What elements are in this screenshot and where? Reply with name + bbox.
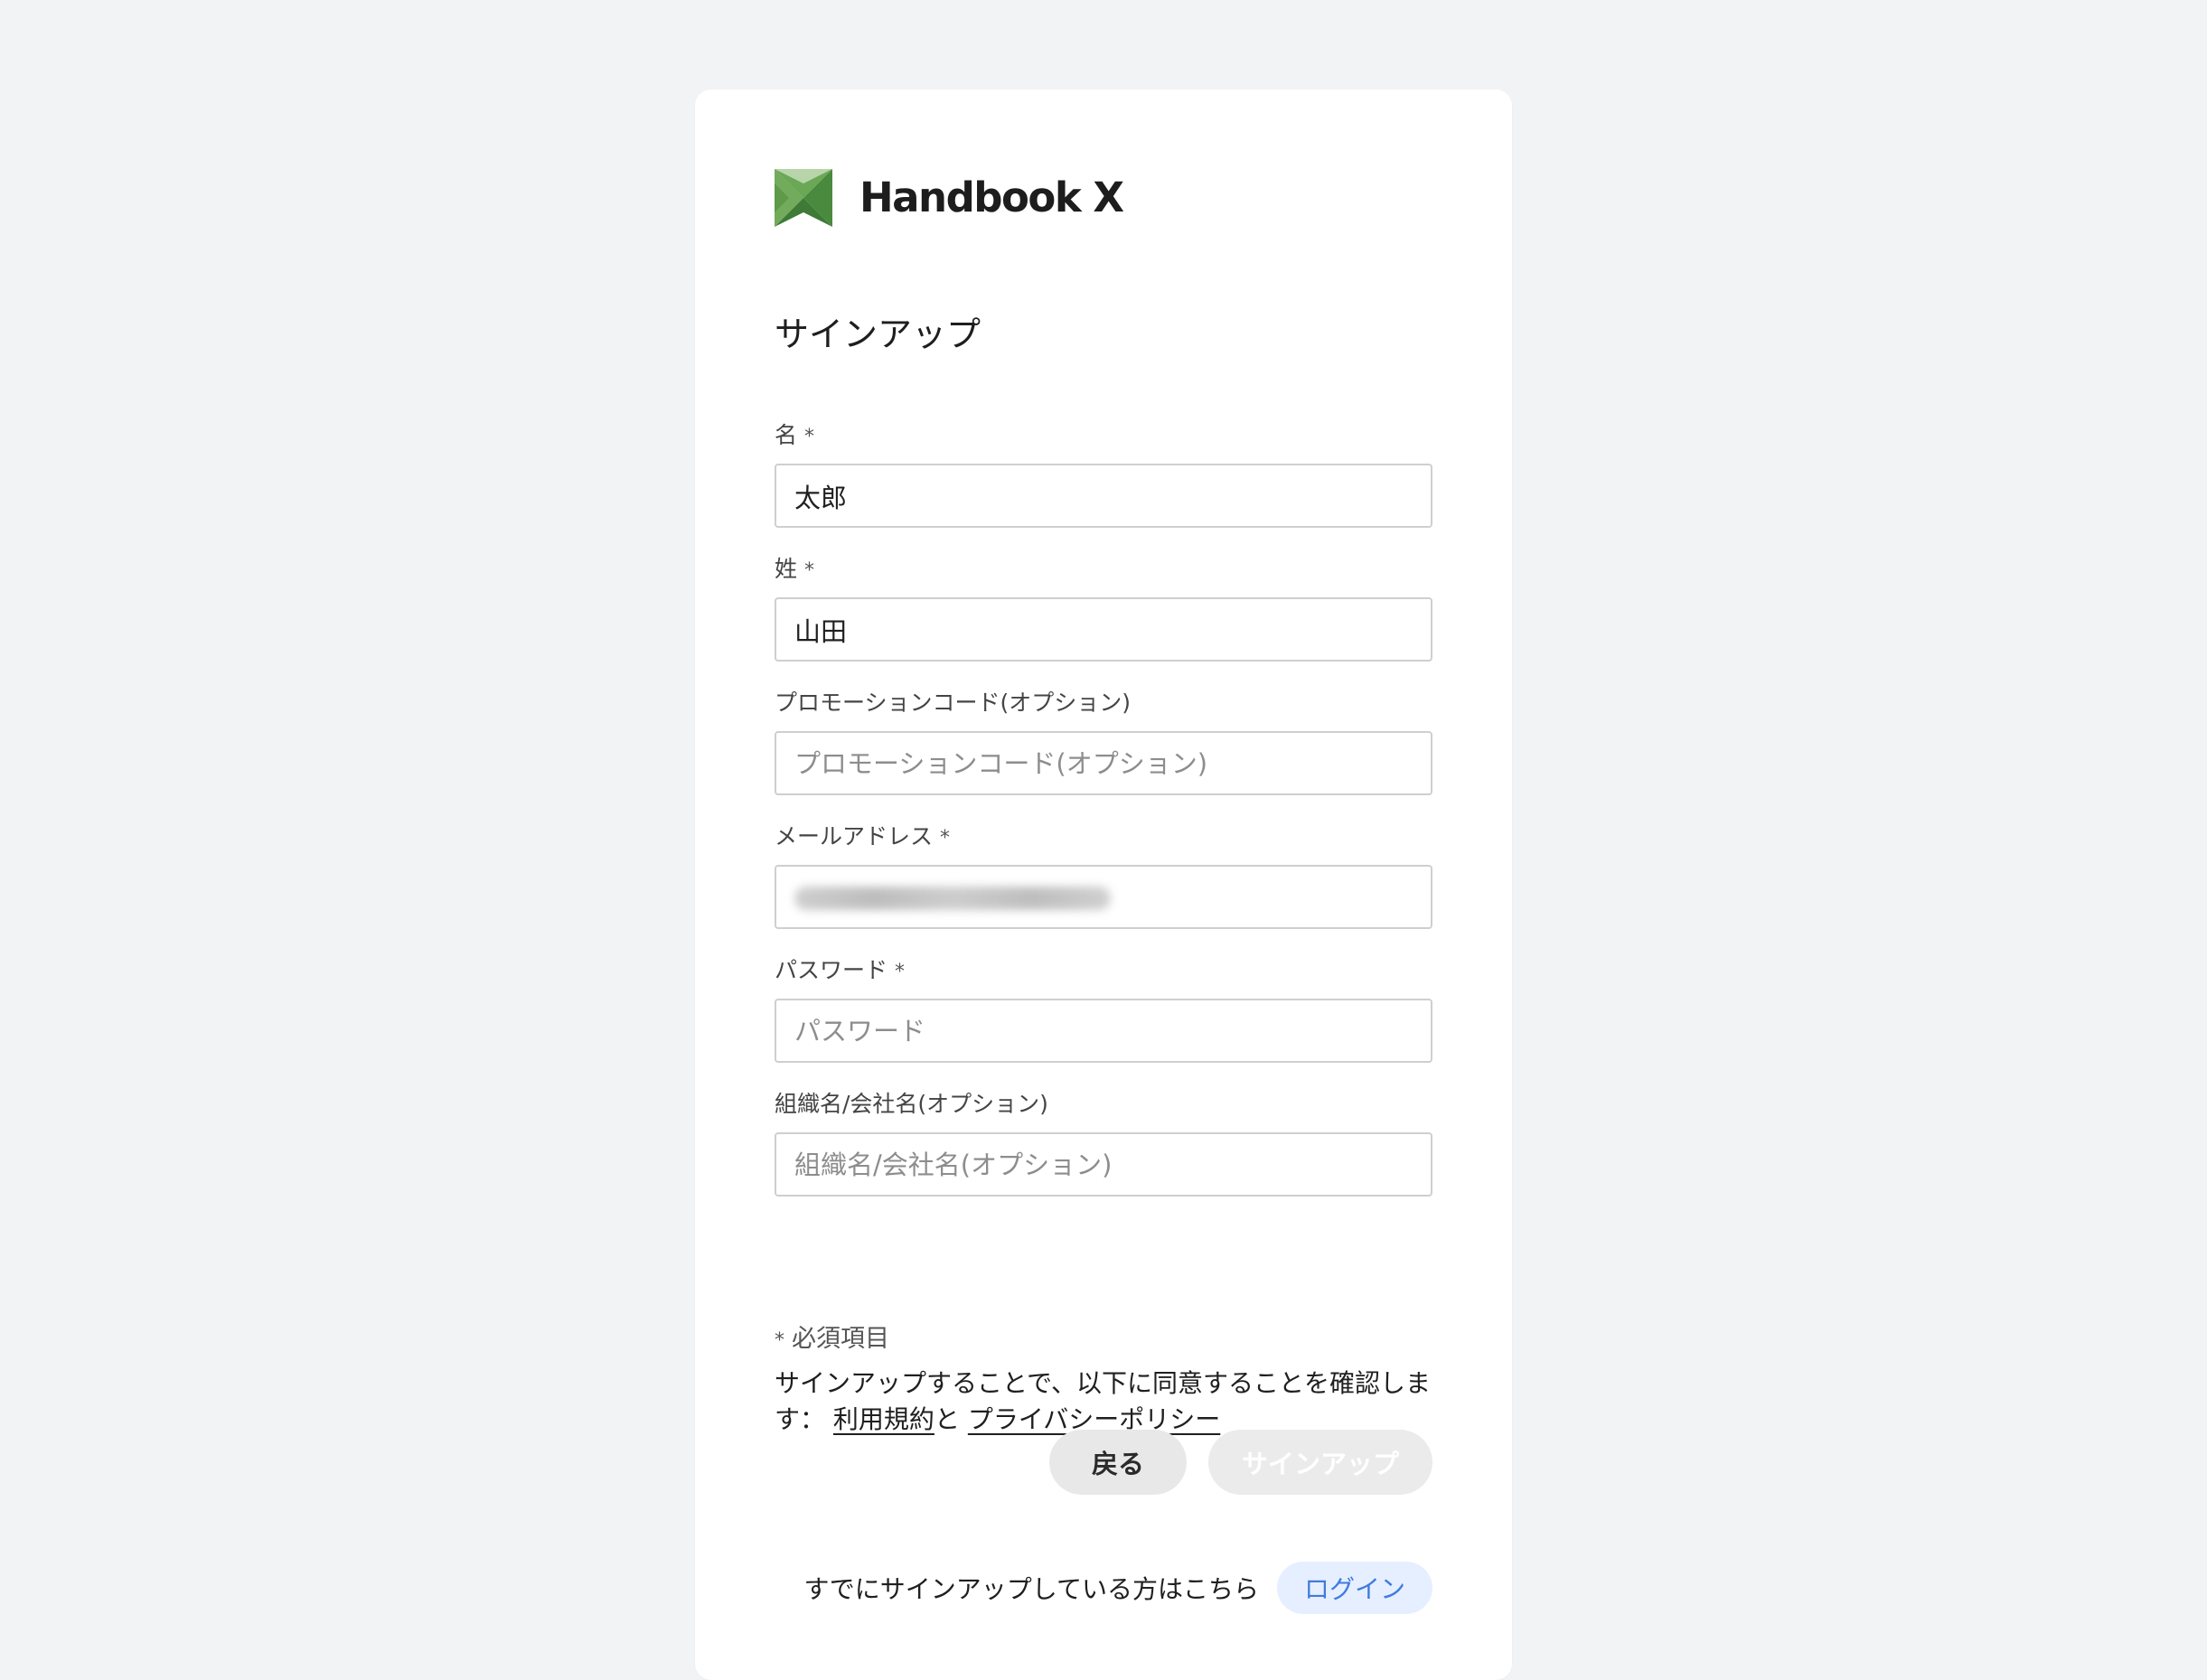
promo-code-label: プロモーションコード(オプション) [775, 690, 1132, 716]
last-name-input[interactable] [775, 597, 1432, 662]
signup-button[interactable]: サインアップ [1208, 1430, 1432, 1495]
first-name-input[interactable] [775, 464, 1432, 528]
signup-card: Handbook X サインアップ 名* 姓* プロモーションコード(オプション… [695, 89, 1512, 1680]
email-label: メールアドレス * [775, 823, 951, 849]
organization-label: 組織名/会社名(オプション) [775, 1091, 1048, 1117]
email-input[interactable] [775, 865, 1432, 929]
brand-name: Handbook X [859, 174, 1124, 221]
password-label: パスワード * [775, 957, 906, 983]
handbook-x-logo-icon [775, 169, 832, 227]
required-mark: * [895, 961, 906, 983]
terms-link[interactable]: 利用規約 [833, 1404, 934, 1434]
required-mark: * [804, 426, 815, 448]
last-name-label: 姓 * [775, 556, 815, 582]
first-name-label: 名 * [775, 422, 815, 448]
page-title: サインアップ [775, 314, 981, 354]
password-input[interactable] [775, 999, 1432, 1063]
required-mark: * [804, 559, 815, 582]
agreement-text: サインアップすることで、以下に同意することを確認します： 利用規約と プライバシ… [775, 1368, 1432, 1434]
login-row: すでにサインアップしている方はこちら ログイン [803, 1562, 1432, 1614]
login-button[interactable]: ログイン [1276, 1562, 1432, 1614]
required-note: * 必須項目 [775, 1325, 889, 1353]
email-redacted-value [794, 887, 1111, 910]
promo-code-input[interactable] [775, 731, 1432, 795]
brand-header: Handbook X [775, 169, 1124, 227]
organization-input[interactable] [775, 1132, 1432, 1197]
required-mark: * [940, 827, 951, 849]
login-prompt: すでにサインアップしている方はこちら [803, 1574, 1259, 1604]
back-button[interactable]: 戻る [1049, 1430, 1187, 1495]
